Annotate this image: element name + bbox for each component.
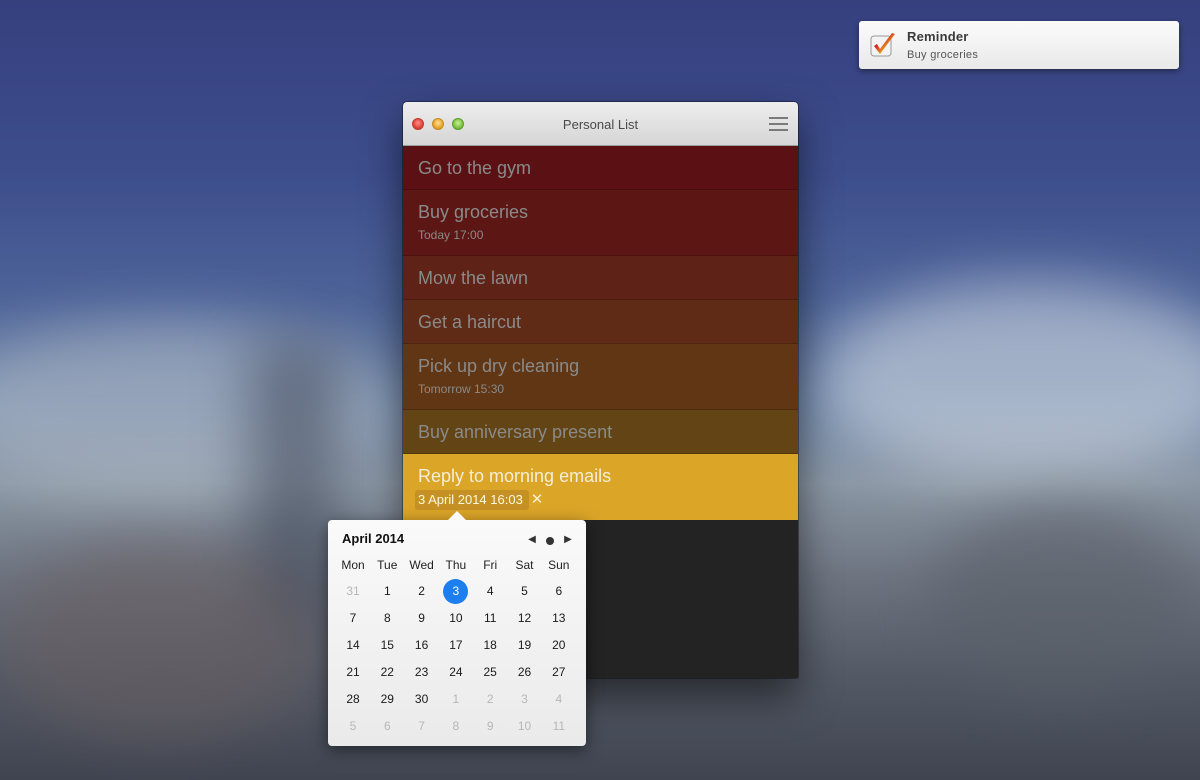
task-item[interactable]: Go to the gym: [403, 146, 798, 190]
triangle-right-icon[interactable]: ▶: [562, 534, 574, 546]
calendar-day[interactable]: 15: [370, 632, 404, 659]
weekday-header: Mon: [341, 558, 365, 572]
calendar-day[interactable]: 31: [336, 578, 370, 605]
calendar-day[interactable]: 20: [542, 632, 576, 659]
calendar-day[interactable]: 23: [405, 659, 439, 686]
calendar-day[interactable]: 4: [542, 686, 576, 713]
task-title: Reply to morning emails: [418, 466, 612, 486]
task-title: Get a haircut: [418, 312, 522, 332]
calendar-day[interactable]: 29: [370, 686, 404, 713]
calendar-day[interactable]: 11: [542, 713, 576, 740]
calendar-day[interactable]: 7: [405, 713, 439, 740]
task-item[interactable]: Buy groceries Today 17:00: [403, 190, 798, 256]
weekday-header: Thu: [445, 558, 467, 572]
date-picker-popover: April 2014 ◀ ▶ Mon Tue Wed Thu Fri Sat Sun 31 1 2…: [328, 511, 586, 746]
due-date-field[interactable]: 3 April 2014 16:03: [415, 490, 529, 510]
calendar-day[interactable]: 17: [439, 632, 473, 659]
calendar-day[interactable]: 22: [370, 659, 404, 686]
calendar-day[interactable]: 8: [439, 713, 473, 740]
calendar-day[interactable]: 11: [473, 605, 507, 632]
task-item[interactable]: Mow the lawn: [403, 256, 798, 300]
task-title: Mow the lawn: [418, 268, 529, 288]
calendar-day[interactable]: 5: [508, 578, 542, 605]
calendar-day[interactable]: 2: [405, 578, 439, 605]
calendar-day[interactable]: 4: [473, 578, 507, 605]
task-due-date: Tomorrow 15:30: [418, 382, 505, 396]
calendar-day[interactable]: 28: [336, 686, 370, 713]
dot-icon[interactable]: [546, 537, 554, 545]
calendar-day[interactable]: 2: [473, 686, 507, 713]
calendar-day[interactable]: 10: [508, 713, 542, 740]
weekday-header: Wed: [409, 558, 434, 572]
notification-body: Buy groceries: [907, 49, 979, 61]
calendar-day[interactable]: 14: [336, 632, 370, 659]
calendar-day[interactable]: 1: [370, 578, 404, 605]
weekday-header: Tue: [377, 558, 398, 572]
calendar-day[interactable]: 6: [542, 578, 576, 605]
title-bar[interactable]: Personal List: [403, 102, 798, 146]
calendar-day[interactable]: 24: [439, 659, 473, 686]
calendar-day[interactable]: 7: [336, 605, 370, 632]
close-icon[interactable]: ✕: [529, 490, 545, 510]
triangle-left-icon[interactable]: ◀: [526, 534, 538, 546]
calendar-day[interactable]: 13: [542, 605, 576, 632]
weekday-header: Sun: [548, 558, 570, 572]
notification-title: Reminder: [907, 29, 969, 44]
task-item[interactable]: Pick up dry cleaning Tomorrow 15:30: [403, 344, 798, 410]
calendar-day[interactable]: 30: [405, 686, 439, 713]
calendar-day[interactable]: 8: [370, 605, 404, 632]
task-title: Buy groceries: [418, 202, 529, 222]
checkmark-app-icon: [870, 33, 895, 57]
calendar-day[interactable]: 9: [405, 605, 439, 632]
calendar-day[interactable]: 19: [508, 632, 542, 659]
popover-arrow: [447, 511, 467, 521]
calendar-day[interactable]: 3: [508, 686, 542, 713]
calendar-month-label: April 2014: [342, 531, 405, 546]
calendar-day[interactable]: 27: [542, 659, 576, 686]
task-item[interactable]: Get a haircut: [403, 300, 798, 344]
window-title: Personal List: [562, 117, 639, 132]
weekday-header: Sat: [515, 558, 534, 572]
calendar-day[interactable]: 21: [336, 659, 370, 686]
weekday-header: Fri: [483, 558, 498, 572]
task-title: Pick up dry cleaning: [418, 356, 580, 376]
calendar-day[interactable]: 10: [439, 605, 473, 632]
calendar-day[interactable]: 1: [439, 686, 473, 713]
calendar-day[interactable]: 5: [336, 713, 370, 740]
hamburger-menu-icon[interactable]: [769, 116, 789, 132]
calendar-day-selected[interactable]: 3: [439, 578, 473, 605]
calendar-day[interactable]: 12: [508, 605, 542, 632]
task-title: Buy anniversary present: [418, 422, 613, 442]
calendar-day[interactable]: 9: [473, 713, 507, 740]
task-title: Go to the gym: [418, 158, 532, 178]
calendar-day[interactable]: 16: [405, 632, 439, 659]
calendar-day[interactable]: 18: [473, 632, 507, 659]
task-item[interactable]: Buy anniversary present: [403, 410, 798, 454]
calendar-day[interactable]: 26: [508, 659, 542, 686]
task-due-date: Today 17:00: [418, 228, 484, 242]
calendar-day[interactable]: 25: [473, 659, 507, 686]
calendar-day[interactable]: 6: [370, 713, 404, 740]
reminder-notification[interactable]: Reminder Buy groceries: [859, 21, 1179, 69]
calendar-day-label: 3: [443, 579, 469, 604]
